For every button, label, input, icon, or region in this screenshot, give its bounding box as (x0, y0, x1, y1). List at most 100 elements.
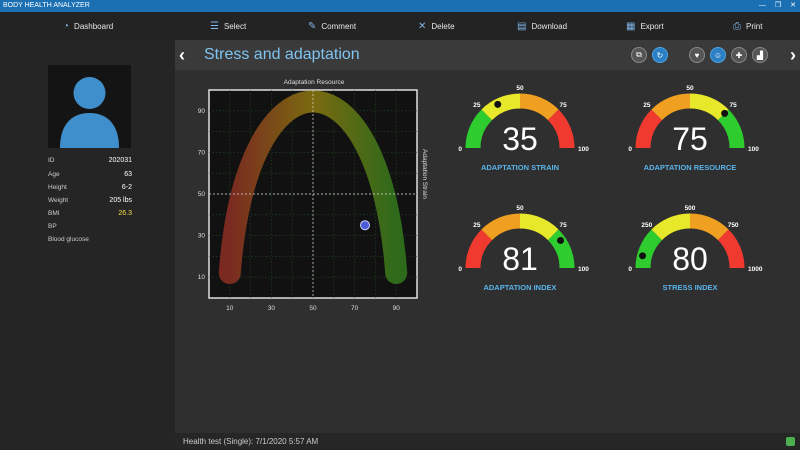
bmi-row: BMI 26.3 (48, 210, 132, 217)
y-tick-label: 90 (198, 108, 206, 115)
chart-title: Adaptation Resource (284, 79, 345, 86)
gauge-scale-label: 75 (560, 102, 568, 109)
page-header: ‹ Stress and adaptation ⧉ ↻ ♥ ☺ ✚ ▟ › (175, 40, 800, 70)
gauge-scale-label: 0 (458, 266, 462, 273)
y-tick-label: 10 (198, 274, 206, 281)
glucose-row: Blood glucose (48, 236, 132, 243)
minimize-button[interactable]: — (759, 0, 766, 12)
delete-button[interactable]: ✕ Delete (418, 12, 455, 40)
pencil-icon: ✎ (308, 20, 317, 32)
forward-arrow-icon[interactable]: › (790, 45, 796, 66)
gauge-scale-label: 100 (748, 146, 759, 153)
gauge-name: ADAPTATION RESOURCE (644, 163, 737, 172)
bp-label: BP (48, 223, 57, 230)
height-row: Height 6-2 (48, 184, 132, 191)
gauge-segment (635, 109, 663, 149)
x-tick-label: 50 (309, 305, 317, 312)
gauge-segment (651, 213, 691, 241)
weight-row: Weight 205 lbs (48, 197, 132, 204)
gauge-scale-label: 75 (730, 102, 738, 109)
export-icon: ▦ (626, 20, 636, 32)
patient-panel: ID 202031 Age 63 Height 6-2 Weight 205 l… (0, 40, 175, 450)
gauge-name: ADAPTATION INDEX (483, 283, 556, 292)
clipboard-icon[interactable]: ✚ (731, 47, 747, 63)
gauge-scale-label: 1000 (748, 266, 763, 273)
download-button[interactable]: ▤ Download (517, 12, 567, 40)
close-button[interactable]: ✕ (790, 0, 796, 12)
gauge-segment (465, 109, 493, 149)
gauge-scale-label: 100 (578, 146, 589, 153)
gauge-scale-label: 500 (685, 205, 696, 212)
data-point (360, 220, 370, 231)
gauge-segment (519, 93, 559, 121)
gauge-scale-label: 250 (641, 222, 652, 229)
body-icon[interactable]: ☺ (710, 47, 726, 63)
gauge-name: ADAPTATION STRAIN (481, 163, 559, 172)
age-value: 63 (124, 171, 132, 178)
chart-icon[interactable]: ▟ (752, 47, 768, 63)
window-controls: — ❐ ✕ (759, 0, 796, 12)
gauge-segment (717, 229, 745, 269)
export-button[interactable]: ▦ Export (626, 12, 664, 40)
person-icon (60, 77, 119, 148)
gauge-segment (651, 93, 691, 121)
comment-label: Comment (321, 21, 357, 31)
printer-icon: ⎙ (733, 20, 741, 32)
gauge-scale-label: 100 (578, 266, 589, 273)
gauge-segment (481, 93, 521, 121)
refresh-icon[interactable]: ↻ (652, 47, 668, 63)
x-tick-label: 70 (351, 305, 359, 312)
list-icon: ☰ (210, 20, 219, 32)
select-button[interactable]: ☰ Select (210, 12, 246, 40)
gauge-marker (639, 252, 647, 260)
y-tick-label: 30 (198, 233, 206, 240)
bmi-label: BMI (48, 210, 60, 217)
select-label: Select (223, 21, 247, 31)
gauge-value: 81 (502, 241, 538, 277)
x-tick-label: 10 (226, 305, 234, 312)
comment-button[interactable]: ✎ Comment (308, 12, 356, 40)
gauge-marker (721, 109, 729, 117)
bp-row: BP (48, 223, 132, 230)
status-bar: Health test (Single): 7/1/2020 5:57 AM (175, 433, 800, 450)
gauge-name: STRESS INDEX (662, 283, 717, 292)
gauge-scale-label: 75 (560, 222, 568, 229)
gauge-scale-label: 750 (728, 222, 739, 229)
y-tick-label: 70 (198, 149, 206, 156)
print-button[interactable]: ⎙ Print (733, 12, 762, 40)
dashboard-icon: ◔ (63, 20, 70, 32)
download-label: Download (531, 21, 568, 31)
dashboard-button[interactable]: ◔ Dashboard (63, 12, 113, 40)
weight-value: 205 lbs (109, 197, 132, 204)
app-title: BODY HEALTH ANALYZER (3, 2, 90, 9)
thumbs-up-icon (786, 437, 795, 446)
maximize-button[interactable]: ❐ (775, 0, 781, 12)
gauge-scale-label: 25 (643, 102, 651, 109)
gauge-marker (557, 236, 565, 244)
main-area: ‹ Stress and adaptation ⧉ ↻ ♥ ☺ ✚ ▟ › Ad… (175, 40, 800, 433)
gauge-segment (519, 213, 559, 241)
gauge-segment (635, 229, 663, 269)
age-row: Age 63 (48, 171, 132, 178)
id-value: 202031 (108, 157, 132, 164)
age-label: Age (48, 171, 60, 178)
gauge-value: 80 (672, 241, 708, 277)
gauge: 0 100 50 25 75 81 ADAPTATION INDEX (458, 205, 589, 292)
copy-icon[interactable]: ⧉ (631, 47, 647, 63)
print-label: Print (746, 21, 763, 31)
weight-label: Weight (48, 197, 69, 204)
y-axis-label: Adaptation Strain (421, 149, 428, 199)
bmi-value: 26.3 (118, 210, 132, 217)
back-arrow-icon[interactable]: ‹ (179, 45, 185, 66)
gauge-scale-label: 0 (458, 146, 462, 153)
gauge-segment (547, 109, 575, 149)
gauge-scale-label: 50 (686, 85, 694, 92)
gauge-value: 75 (672, 121, 708, 157)
x-tick-label: 90 (393, 305, 401, 312)
page-title: Stress and adaptation (204, 46, 360, 63)
status-text: Health test (Single): 7/1/2020 5:57 AM (183, 437, 319, 446)
gauge-segment (689, 213, 729, 241)
dashboard-label: Dashboard (74, 21, 114, 31)
heart-icon[interactable]: ♥ (689, 47, 705, 63)
gauge-segment (481, 213, 521, 241)
